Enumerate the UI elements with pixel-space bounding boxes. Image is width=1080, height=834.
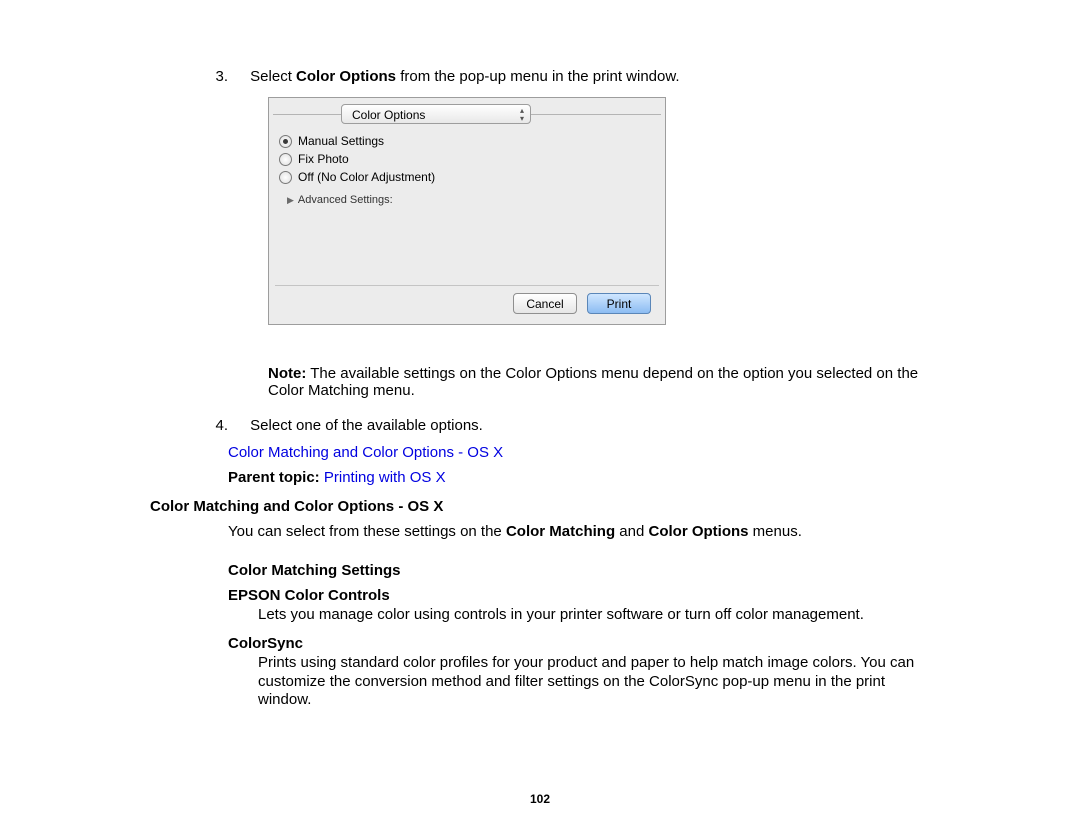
colorsync-text: Prints using standard color profiles for…	[258, 654, 938, 710]
print-button[interactable]: Print	[587, 293, 651, 314]
radio-label: Off (No Color Adjustment)	[298, 170, 435, 184]
radio-label: Manual Settings	[298, 134, 384, 148]
p-pre: You can select from these settings on th…	[228, 523, 506, 540]
step-3-number: 3.	[150, 68, 246, 85]
related-link[interactable]: Color Matching and Color Options - OS X	[228, 444, 940, 461]
parent-topic: Parent topic: Printing with OS X	[228, 469, 940, 486]
step-3-pre: Select	[250, 68, 296, 85]
step-4-number: 4.	[150, 417, 246, 434]
step-3-post: from the pop-up menu in the print window…	[396, 68, 680, 85]
chevron-updown-icon: ▴▾	[520, 107, 524, 123]
step-3-text: Select Color Options from the pop-up men…	[250, 68, 930, 85]
step-3: 3. Select Color Options from the pop-up …	[150, 68, 940, 85]
parent-topic-link[interactable]: Printing with OS X	[324, 469, 446, 486]
disclosure-triangle-icon: ▶	[287, 195, 294, 206]
page: 3. Select Color Options from the pop-up …	[0, 0, 1080, 834]
page-content: 3. Select Color Options from the pop-up …	[150, 68, 940, 710]
parent-topic-label: Parent topic:	[228, 469, 324, 486]
cancel-button[interactable]: Cancel	[513, 293, 577, 314]
advanced-settings-label: Advanced Settings:	[298, 194, 393, 206]
print-dialog: Color Options ▴▾ Manual Settings Fix Pho…	[268, 97, 666, 325]
dialog-divider-bottom	[275, 285, 659, 286]
epson-color-controls-text: Lets you manage color using controls in …	[258, 606, 938, 625]
radio-label: Fix Photo	[298, 152, 349, 166]
p-post: menus.	[749, 523, 802, 540]
radio-off-no-color-adjustment[interactable]: Off (No Color Adjustment)	[279, 168, 435, 186]
step-3-bold: Color Options	[296, 68, 396, 85]
heading-color-matching-settings: Color Matching Settings	[228, 562, 940, 579]
radio-icon	[279, 171, 292, 184]
advanced-settings-disclosure[interactable]: ▶ Advanced Settings:	[287, 194, 393, 206]
p-mid: and	[615, 523, 648, 540]
radio-icon	[279, 153, 292, 166]
radio-dot-icon	[283, 139, 288, 144]
step-4-text: Select one of the available options.	[250, 417, 930, 434]
section-heading-color-matching-options: Color Matching and Color Options - OS X	[150, 498, 940, 515]
note-label: Note:	[268, 365, 306, 382]
radio-group: Manual Settings Fix Photo Off (No Color …	[279, 132, 435, 186]
heading-epson-color-controls: EPSON Color Controls	[228, 587, 940, 604]
p-b2: Color Options	[649, 523, 749, 540]
page-number: 102	[0, 792, 1080, 806]
p-b1: Color Matching	[506, 523, 615, 540]
section-intro-paragraph: You can select from these settings on th…	[228, 523, 928, 540]
note-text: The available settings on the Color Opti…	[268, 365, 918, 399]
heading-colorsync: ColorSync	[228, 635, 940, 652]
radio-manual-settings[interactable]: Manual Settings	[279, 132, 435, 150]
step-4: 4. Select one of the available options.	[150, 417, 940, 434]
radio-fix-photo[interactable]: Fix Photo	[279, 150, 435, 168]
link-color-matching-options[interactable]: Color Matching and Color Options - OS X	[228, 444, 503, 461]
note-block: Note: The available settings on the Colo…	[268, 365, 928, 399]
color-options-select-label: Color Options	[352, 108, 425, 122]
color-options-select[interactable]: Color Options ▴▾	[341, 104, 531, 124]
radio-icon	[279, 135, 292, 148]
